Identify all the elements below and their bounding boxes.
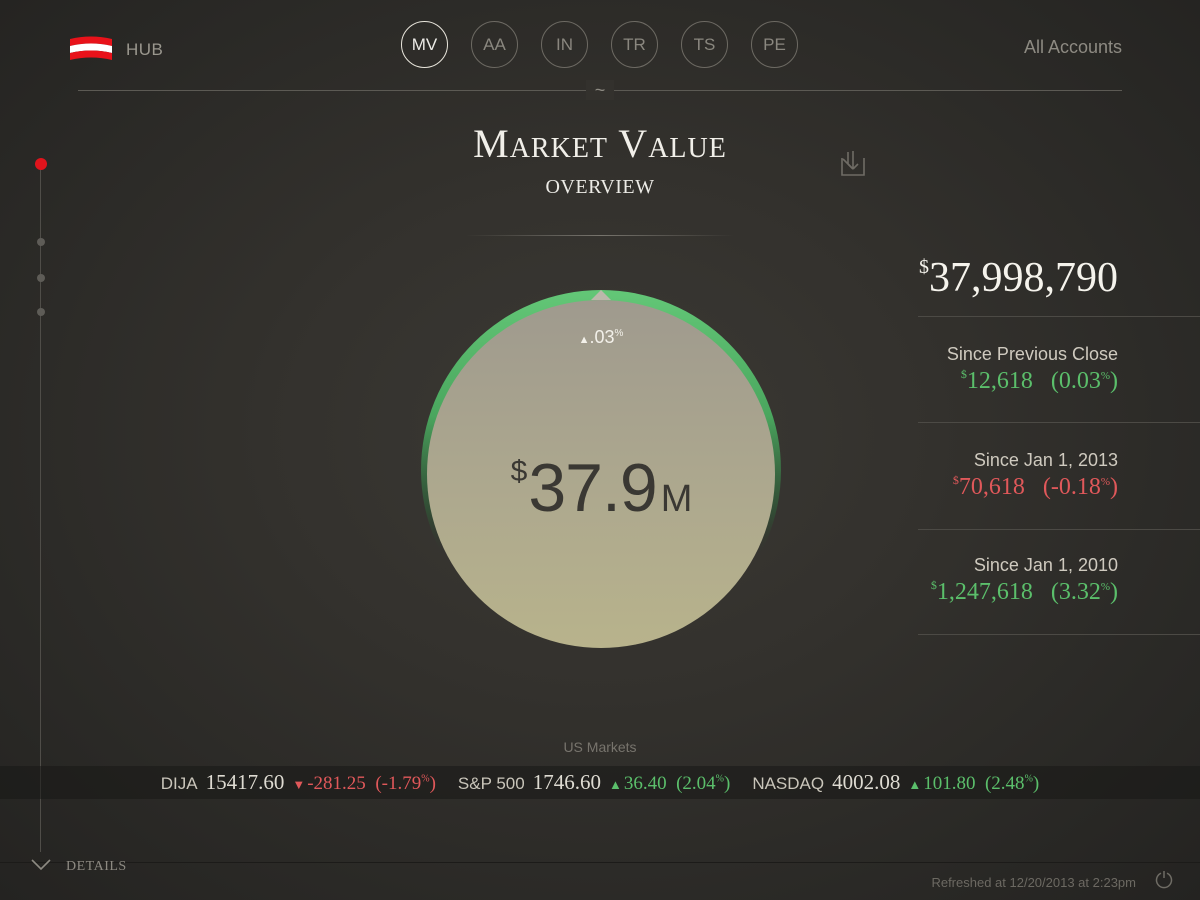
ticker-percent-close: ) — [1032, 773, 1040, 794]
stat-percent: (0.03 — [1050, 368, 1101, 394]
stat-since-2010: Since Jan 1, 2010 $1,247,618 (3.32%) — [931, 555, 1118, 606]
panel-divider — [918, 529, 1200, 530]
ticker-percent: (2.04 — [676, 773, 716, 794]
market-value-gauge: ▲.03% $37.9 M — [420, 289, 782, 651]
stat-amount: 70,618 — [958, 474, 1025, 500]
stat-amount: 1,247,618 — [936, 579, 1033, 605]
section-tabs: MV AA IN TR TS PE — [401, 21, 798, 68]
stat-percent-unit: % — [1100, 476, 1110, 488]
details-toggle[interactable]: DETAILS — [30, 858, 127, 875]
gauge-change-unit: % — [614, 328, 624, 339]
ticker-item-sp500[interactable]: S&P 500 1746.60 ▲ 36.40 (2.04%) — [458, 770, 730, 795]
ticker-change: 36.40 — [623, 773, 667, 794]
tab-ts[interactable]: TS — [681, 21, 728, 68]
down-arrow-icon: ▼ — [292, 777, 306, 792]
panel-divider — [918, 316, 1200, 317]
all-accounts-link[interactable]: All Accounts — [1024, 37, 1122, 58]
markets-title: US Markets — [563, 739, 637, 755]
ticker-percent-unit: % — [421, 773, 430, 785]
timeline-dot[interactable] — [37, 238, 45, 246]
ticker-percent: (2.48 — [984, 773, 1025, 794]
ticker-symbol: NASDAQ — [752, 774, 825, 793]
title-divider — [466, 235, 734, 236]
refresh-icon[interactable] — [1154, 870, 1174, 890]
gauge-currency: $ — [510, 455, 528, 488]
timeline-dot[interactable] — [37, 274, 45, 282]
ticker-percent-close: ) — [429, 773, 436, 794]
refreshed-timestamp: Refreshed at 12/20/2013 at 2:23pm — [931, 875, 1136, 890]
ticker-percent-unit: % — [1024, 773, 1033, 785]
total-currency: $ — [919, 256, 929, 278]
ticker-value: 1746.60 — [532, 770, 601, 794]
ticker-percent-unit: % — [715, 773, 724, 785]
stat-percent-close: ) — [1110, 368, 1118, 394]
gauge-change: ▲.03% — [420, 327, 782, 348]
stat-percent-close: ) — [1110, 474, 1118, 500]
gauge-value: $37.9 M — [420, 449, 782, 527]
total-market-value: $37,998,790 — [919, 254, 1118, 302]
ticker-change: 101.80 — [923, 773, 976, 794]
details-label: DETAILS — [66, 858, 127, 874]
up-arrow-icon: ▲ — [908, 777, 922, 792]
up-arrow-icon: ▲ — [578, 334, 590, 346]
ticker-value: 15417.60 — [205, 770, 285, 794]
stat-percent: (3.32 — [1050, 579, 1101, 605]
stat-percent-close: ) — [1110, 579, 1118, 605]
stat-amount: 12,618 — [966, 368, 1033, 394]
header-tilde: ~ — [586, 80, 614, 100]
ticker-symbol: DIJA — [160, 774, 198, 793]
stat-percent-unit: % — [1100, 370, 1110, 382]
total-amount: 37,998,790 — [929, 255, 1118, 301]
tab-tr[interactable]: TR — [611, 21, 658, 68]
market-ticker: DIJA 15417.60 ▼ -281.25 (-1.79%) S&P 500 … — [0, 766, 1200, 799]
tab-pe[interactable]: PE — [751, 21, 798, 68]
stat-percent: (-0.18 — [1042, 474, 1101, 500]
stat-since-2013: Since Jan 1, 2013 $70,618 (-0.18%) — [953, 450, 1118, 501]
stat-previous-close: Since Previous Close $12,618 (0.03%) — [947, 344, 1118, 395]
stat-label: Since Previous Close — [946, 344, 1118, 364]
ticker-value: 4002.08 — [832, 770, 901, 794]
brand[interactable]: HUB — [70, 36, 163, 64]
brand-label: HUB — [126, 40, 164, 59]
page-title: Market Value — [473, 121, 727, 166]
gauge-change-value: .03 — [589, 327, 615, 347]
ticker-item-nasdaq[interactable]: NASDAQ 4002.08 ▲ 101.80 (2.48%) — [752, 770, 1039, 795]
gauge-value-number: 37.9 — [528, 450, 657, 526]
flag-logo-icon — [70, 36, 112, 64]
ticker-symbol: S&P 500 — [457, 774, 525, 793]
ticker-item-dija[interactable]: DIJA 15417.60 ▼ -281.25 (-1.79%) — [161, 770, 436, 795]
page-subtitle: OVERVIEW — [545, 176, 655, 198]
tab-mv[interactable]: MV — [401, 21, 448, 68]
timeline-dot[interactable] — [37, 308, 45, 316]
gauge-value-unit: M — [660, 478, 693, 520]
tab-in[interactable]: IN — [541, 21, 588, 68]
stat-label: Since Jan 1, 2013 — [973, 450, 1118, 470]
tab-aa[interactable]: AA — [471, 21, 518, 68]
ticker-percent: (-1.79 — [375, 773, 422, 794]
chevron-down-icon — [30, 858, 52, 875]
footer-divider — [0, 862, 1200, 863]
ticker-percent-close: ) — [723, 773, 731, 794]
up-arrow-icon: ▲ — [608, 777, 622, 792]
stat-percent-unit: % — [1100, 581, 1110, 593]
ticker-change: -281.25 — [307, 773, 366, 794]
download-icon[interactable] — [838, 148, 868, 178]
stat-label: Since Jan 1, 2010 — [973, 555, 1118, 575]
panel-divider — [918, 634, 1200, 635]
panel-divider — [918, 422, 1200, 423]
